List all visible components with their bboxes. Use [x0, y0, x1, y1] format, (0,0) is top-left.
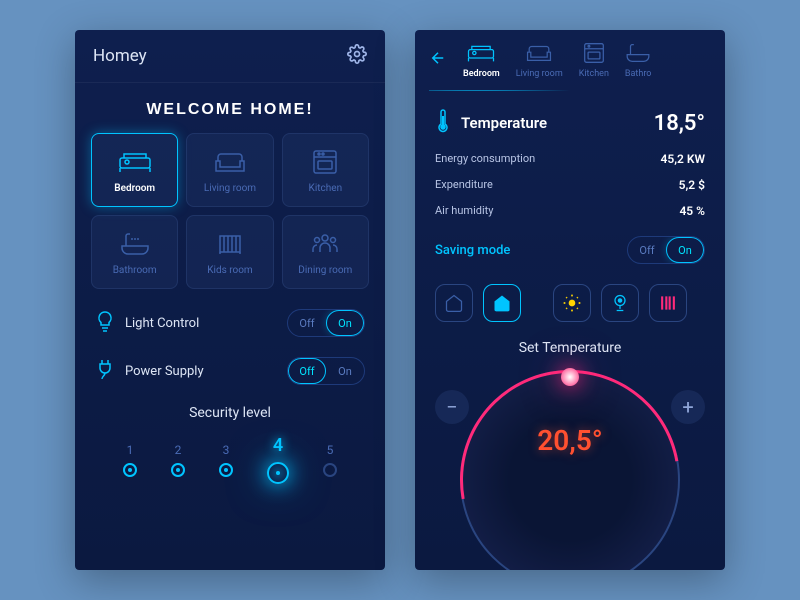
tab-bedroom[interactable]: Bedroom [463, 40, 500, 79]
room-living[interactable]: Living room [186, 133, 273, 207]
room-bedroom[interactable]: Bedroom [91, 133, 178, 207]
power-label: Power Supply [125, 364, 204, 379]
tab-bathroom[interactable]: Bathro [625, 40, 652, 79]
power-on[interactable]: On [326, 358, 364, 384]
security-step-1[interactable]: 1 [123, 443, 137, 477]
saving-label: Saving mode [435, 243, 510, 258]
stat-expenditure: Expenditure5,2 $ [415, 172, 725, 198]
saving-off[interactable]: Off [628, 237, 666, 263]
security-step-4[interactable]: 4 [267, 435, 289, 484]
power-toggle[interactable]: Off On [287, 357, 365, 385]
tab-label: Bedroom [463, 69, 500, 79]
security-step-3[interactable]: 3 [219, 443, 233, 477]
temperature-title: Temperature [461, 114, 547, 132]
room-bathroom[interactable]: Bathroom [91, 215, 178, 289]
home-screen: Homey WELCOME HOME! Bedroom Living room … [75, 30, 385, 570]
room-label: Bathroom [113, 265, 157, 276]
room-label: Living room [204, 183, 256, 194]
mode-sun[interactable] [553, 284, 591, 322]
temp-minus-button[interactable]: − [435, 390, 469, 424]
tab-label: Kitchen [579, 69, 609, 79]
security-step-5[interactable]: 5 [323, 443, 337, 477]
light-label: Light Control [125, 316, 199, 331]
oven-icon [583, 40, 605, 66]
oven-icon [312, 147, 338, 177]
step-dot-active [267, 462, 289, 484]
mode-radiator[interactable] [649, 284, 687, 322]
set-temp-value: 20,5° [537, 424, 602, 457]
step-dot-empty [323, 463, 337, 477]
mode-icons [415, 276, 725, 330]
sofa-icon [525, 40, 553, 66]
stat-humidity: Air humidity45 % [415, 198, 725, 224]
saving-toggle[interactable]: Off On [627, 236, 705, 264]
room-tabs: Bedroom Living room Kitchen Bathro [415, 30, 725, 89]
header: Homey [75, 30, 385, 83]
security-section: Security level 1 2 3 4 5 [75, 395, 385, 494]
crib-icon [216, 229, 244, 259]
stat-energy: Energy consumption45,2 KW [415, 146, 725, 172]
rooms-grid: Bedroom Living room Kitchen Bathroom Kid… [75, 133, 385, 289]
security-steps: 1 2 3 4 5 [75, 435, 385, 484]
app-title: Homey [93, 46, 147, 66]
security-step-2[interactable]: 2 [171, 443, 185, 477]
settings-icon[interactable] [347, 44, 367, 68]
step-dot [171, 463, 185, 477]
back-icon[interactable] [429, 49, 447, 71]
power-off[interactable]: Off [288, 358, 326, 384]
saving-on[interactable]: On [666, 237, 704, 263]
bed-icon [118, 147, 152, 177]
room-kitchen[interactable]: Kitchen [282, 133, 369, 207]
tab-label: Bathro [625, 69, 652, 79]
light-toggle[interactable]: Off On [287, 309, 365, 337]
dial-knob[interactable] [561, 368, 579, 386]
welcome-text: WELCOME HOME! [75, 83, 385, 133]
room-dining[interactable]: Dining room [282, 215, 369, 289]
tab-living[interactable]: Living room [516, 40, 563, 79]
room-label: Bedroom [114, 183, 155, 194]
room-label: Kitchen [309, 183, 343, 194]
temperature-dial[interactable]: − + 20,5° [415, 370, 725, 490]
tab-kitchen[interactable]: Kitchen [579, 40, 609, 79]
room-label: Dining room [298, 265, 352, 276]
mode-camera[interactable] [601, 284, 639, 322]
people-icon [310, 229, 340, 259]
room-detail-screen: Bedroom Living room Kitchen Bathro Tempe… [415, 30, 725, 570]
bulb-icon [95, 310, 115, 336]
light-off[interactable]: Off [288, 310, 326, 336]
set-temp-title: Set Temperature [415, 340, 725, 356]
set-temperature-section: Set Temperature − + 20,5° [415, 330, 725, 500]
step-dot [219, 463, 233, 477]
bath-icon [625, 40, 651, 66]
plug-icon [95, 358, 115, 384]
bath-icon [120, 229, 150, 259]
thermometer-icon [435, 108, 451, 138]
light-control-row: Light Control Off On [75, 299, 385, 347]
sofa-icon [214, 147, 246, 177]
temp-plus-button[interactable]: + [671, 390, 705, 424]
temperature-value: 18,5° [654, 111, 705, 136]
mode-home-outline[interactable] [435, 284, 473, 322]
temperature-row: Temperature 18,5° [415, 100, 725, 146]
light-on[interactable]: On [326, 310, 364, 336]
saving-mode-row: Saving mode Off On [415, 224, 725, 276]
room-kids[interactable]: Kids room [186, 215, 273, 289]
tab-label: Living room [516, 69, 563, 79]
bed-icon [466, 40, 496, 66]
mode-home-fill[interactable] [483, 284, 521, 322]
room-label: Kids room [207, 265, 252, 276]
power-control-row: Power Supply Off On [75, 347, 385, 395]
step-dot [123, 463, 137, 477]
security-title: Security level [75, 405, 385, 421]
tab-glow [429, 89, 711, 92]
